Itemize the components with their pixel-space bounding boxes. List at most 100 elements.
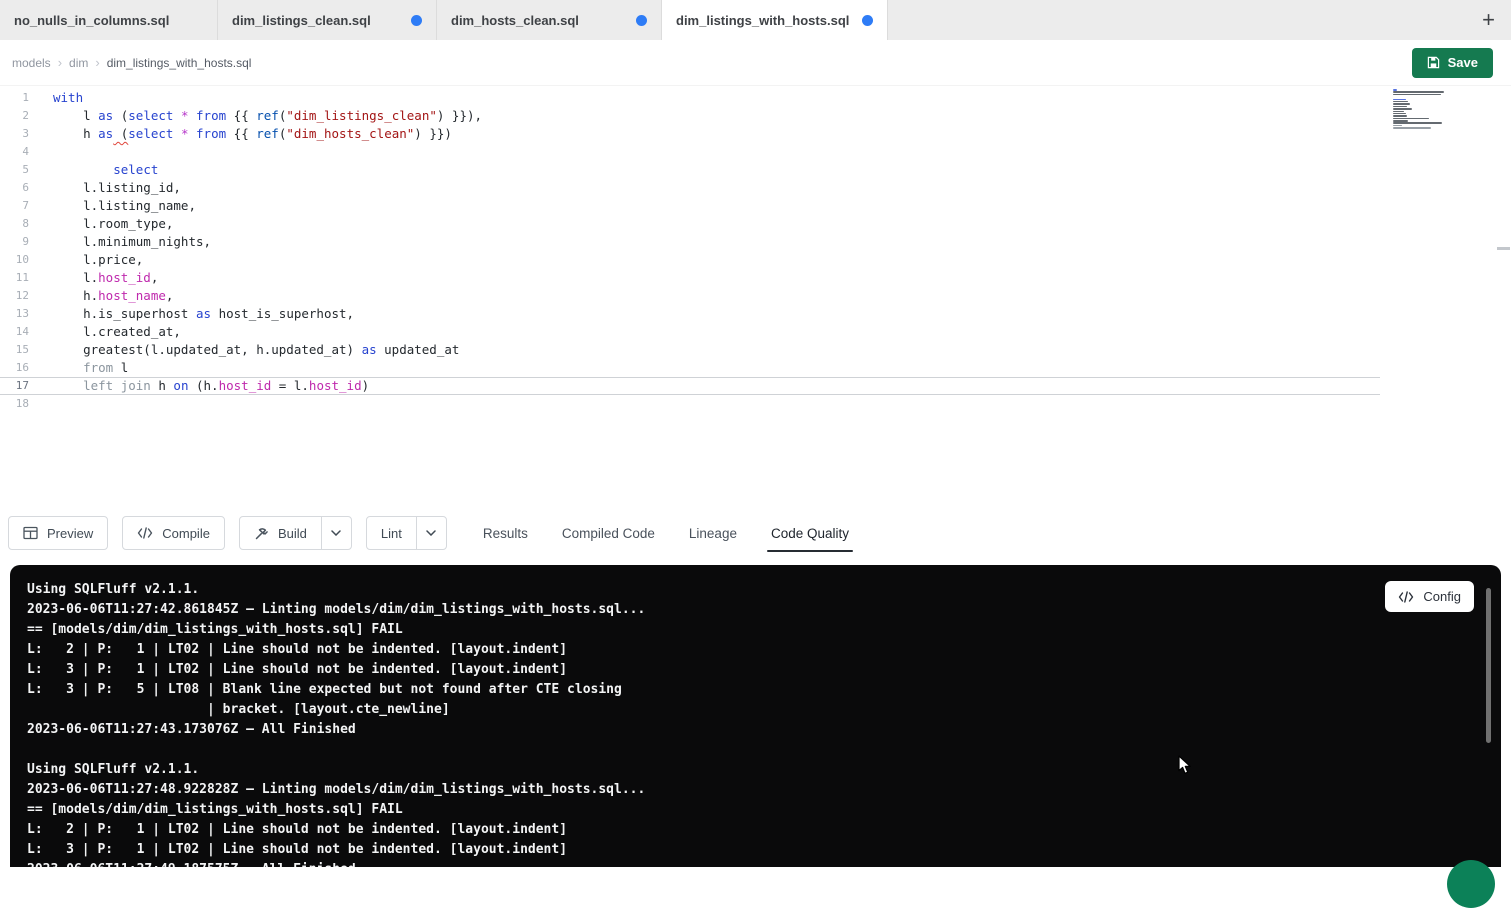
code-line[interactable]: 10 l.price, — [0, 251, 1380, 269]
terminal-panel: Using SQLFluff v2.1.1.2023-06-06T11:27:4… — [10, 565, 1501, 867]
terminal-scrollbar[interactable] — [1486, 588, 1491, 743]
code-line[interactable]: 8 l.room_type, — [0, 215, 1380, 233]
terminal-line — [27, 740, 1501, 760]
build-button[interactable]: Build — [239, 516, 352, 550]
line-number: 15 — [0, 341, 42, 359]
terminal-output: Using SQLFluff v2.1.1.2023-06-06T11:27:4… — [27, 580, 1501, 867]
line-number: 4 — [0, 143, 42, 161]
unsaved-changes-dot-icon[interactable] — [636, 15, 647, 26]
terminal-line: 2023-06-06T11:27:48.922828Z — Linting mo… — [27, 780, 1501, 800]
breadcrumb-separator-icon: › — [95, 55, 99, 70]
tab-label: dim_listings_with_hosts.sql — [676, 13, 854, 28]
panel-tab-lineage[interactable]: Lineage — [689, 509, 737, 557]
panel-tab-results[interactable]: Results — [483, 509, 528, 557]
line-number: 3 — [0, 125, 42, 143]
breadcrumb-segment[interactable]: models — [12, 56, 51, 70]
help-bubble-button[interactable] — [1447, 860, 1495, 908]
unsaved-changes-dot-icon[interactable] — [862, 15, 873, 26]
lint-button-main[interactable]: Lint — [367, 517, 416, 549]
code-line[interactable]: 11 l.host_id, — [0, 269, 1380, 287]
code-text: l.listing_id, — [42, 179, 181, 197]
code-text: l.room_type, — [42, 215, 173, 233]
editor-scrollbar[interactable] — [1497, 247, 1510, 250]
terminal-line: L: 3 | P: 1 | LT02 | Line should not be … — [27, 660, 1501, 680]
code-text — [42, 143, 53, 161]
new-tab-button[interactable]: + — [1466, 0, 1511, 40]
code-line[interactable]: 15 greatest(l.updated_at, h.updated_at) … — [0, 341, 1380, 359]
save-button[interactable]: Save — [1412, 48, 1493, 78]
code-text: l.host_id, — [42, 269, 158, 287]
terminal-line: L: 3 | P: 1 | LT02 | Line should not be … — [27, 840, 1501, 860]
tab-label: no_nulls_in_columns.sql — [14, 13, 203, 28]
compile-button-main[interactable]: Compile — [123, 517, 224, 549]
code-text: h.is_superhost as host_is_superhost, — [42, 305, 354, 323]
code-line[interactable]: 4 — [0, 143, 1380, 161]
chevron-down-icon[interactable] — [416, 517, 446, 549]
editor-tab[interactable]: dim_listings_with_hosts.sql — [662, 0, 888, 40]
code-text: l.price, — [42, 251, 143, 269]
terminal-line: 2023-06-06T11:27:42.861845Z — Linting mo… — [27, 600, 1501, 620]
code-icon — [1398, 591, 1414, 603]
code-line[interactable]: 16 from l — [0, 359, 1380, 377]
code-text: h as (select * from {{ ref("dim_hosts_cl… — [42, 125, 452, 143]
code-line[interactable]: 5 select — [0, 161, 1380, 179]
code-text: l.created_at, — [42, 323, 181, 341]
config-button-label: Config — [1423, 589, 1461, 604]
breadcrumb-bar: models›dim›dim_listings_with_hosts.sql S… — [0, 40, 1511, 85]
code-text: l as (select * from {{ ref("dim_listings… — [42, 107, 482, 125]
line-number: 16 — [0, 359, 42, 377]
code-line[interactable]: 3 h as (select * from {{ ref("dim_hosts_… — [0, 125, 1380, 143]
editor-tab[interactable]: no_nulls_in_columns.sql — [0, 0, 218, 40]
terminal-line: L: 2 | P: 1 | LT02 | Line should not be … — [27, 820, 1501, 840]
line-number: 2 — [0, 107, 42, 125]
tab-label: dim_listings_clean.sql — [232, 13, 403, 28]
build-icon — [254, 526, 269, 541]
build-button-main[interactable]: Build — [240, 517, 321, 549]
code-line[interactable]: 18 — [0, 395, 1380, 413]
line-number: 1 — [0, 89, 42, 107]
code-line[interactable]: 7 l.listing_name, — [0, 197, 1380, 215]
panel-tab-code-quality[interactable]: Code Quality — [771, 509, 849, 557]
save-button-label: Save — [1448, 55, 1478, 70]
code-lines: 1with2 l as (select * from {{ ref("dim_l… — [0, 86, 1511, 413]
panel-tab-compiled-code[interactable]: Compiled Code — [562, 509, 655, 557]
code-line[interactable]: 9 l.minimum_nights, — [0, 233, 1380, 251]
config-button[interactable]: Config — [1385, 581, 1474, 612]
save-icon — [1427, 56, 1440, 69]
code-text: with — [42, 89, 83, 107]
breadcrumb-separator-icon: › — [58, 55, 62, 70]
code-line[interactable]: 13 h.is_superhost as host_is_superhost, — [0, 305, 1380, 323]
editor-tab[interactable]: dim_listings_clean.sql — [218, 0, 437, 40]
line-number: 11 — [0, 269, 42, 287]
preview-button[interactable]: Preview — [8, 516, 108, 550]
editor-tab-bar: no_nulls_in_columns.sql dim_listings_clea… — [0, 0, 1511, 40]
breadcrumb-segment[interactable]: dim — [69, 56, 88, 70]
editor-tab[interactable]: dim_hosts_clean.sql — [437, 0, 662, 40]
code-line[interactable]: 2 l as (select * from {{ ref("dim_listin… — [0, 107, 1380, 125]
tab-label: dim_hosts_clean.sql — [451, 13, 628, 28]
chevron-down-icon[interactable] — [321, 517, 351, 549]
code-editor[interactable]: 1with2 l as (select * from {{ ref("dim_l… — [0, 85, 1511, 509]
terminal-line: 2023-06-06T11:27:43.173076Z — All Finish… — [27, 720, 1501, 740]
lint-button[interactable]: Lint — [366, 516, 447, 550]
line-number: 7 — [0, 197, 42, 215]
code-line[interactable]: 6 l.listing_id, — [0, 179, 1380, 197]
line-number: 17 — [0, 377, 42, 395]
terminal-line: L: 2 | P: 1 | LT02 | Line should not be … — [27, 640, 1501, 660]
terminal-line: == [models/dim/dim_listings_with_hosts.s… — [27, 620, 1501, 640]
unsaved-changes-dot-icon[interactable] — [411, 15, 422, 26]
code-line[interactable]: 12 h.host_name, — [0, 287, 1380, 305]
code-text: from l — [42, 359, 128, 377]
code-line[interactable]: 17 left join h on (h.host_id = l.host_id… — [0, 377, 1380, 395]
code-line[interactable]: 1with — [0, 89, 1380, 107]
terminal-line: Using SQLFluff v2.1.1. — [27, 760, 1501, 780]
preview-button-main[interactable]: Preview — [9, 517, 107, 549]
code-text: l.listing_name, — [42, 197, 196, 215]
toolbar-buttons: Preview Compile Build Lint — [8, 516, 447, 550]
grid-icon — [23, 526, 38, 540]
line-number: 12 — [0, 287, 42, 305]
line-number: 9 — [0, 233, 42, 251]
code-line[interactable]: 14 l.created_at, — [0, 323, 1380, 341]
compile-button[interactable]: Compile — [122, 516, 225, 550]
minimap[interactable] — [1393, 89, 1465, 132]
